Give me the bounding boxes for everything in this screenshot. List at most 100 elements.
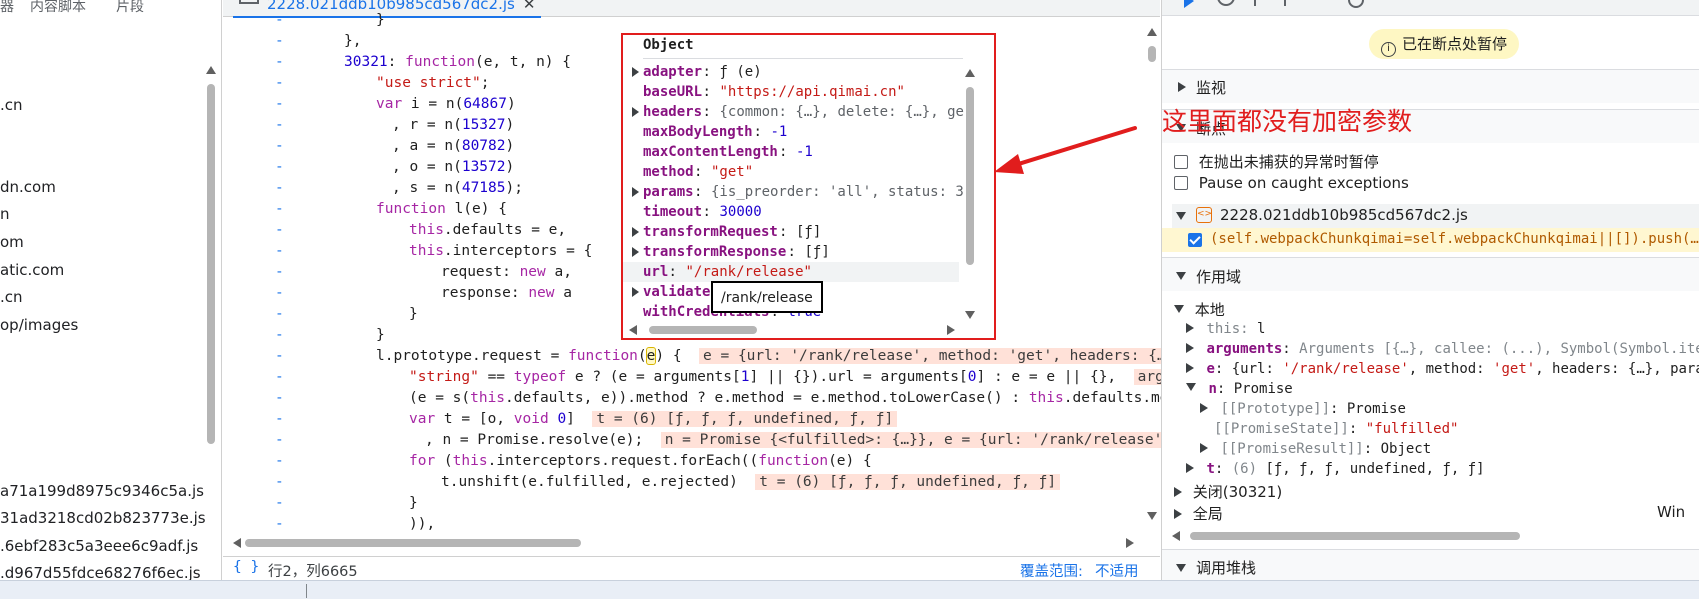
pause-caught-checkbox[interactable]	[1174, 176, 1188, 190]
tab-snippets[interactable]: 片段	[116, 0, 144, 16]
callstack-section-header[interactable]: 调用堆栈	[1162, 549, 1699, 583]
gutter-mark: -	[275, 222, 284, 238]
gutter-mark: -	[275, 453, 284, 469]
file-item[interactable]: om	[0, 233, 24, 251]
scroll-thumb[interactable]	[1190, 532, 1520, 540]
scope-global-row[interactable]: 全局 Win	[1174, 503, 1694, 524]
scroll-left-icon[interactable]	[233, 538, 241, 548]
gutter-mark: -	[275, 516, 284, 532]
scope-value: "fulfilled"	[1365, 421, 1459, 437]
pause-uncaught-row[interactable]: 在抛出未捕获的异常时暂停	[1174, 151, 1379, 172]
scroll-up-icon[interactable]	[206, 66, 216, 74]
file-item[interactable]: a71a199d8975c9346c5a.js	[0, 482, 204, 500]
chevron-right-icon[interactable]	[632, 67, 639, 77]
popover-prop-transformResponse[interactable]: transformResponse: [ƒ]	[623, 242, 959, 262]
pause-uncaught-checkbox[interactable]	[1174, 155, 1188, 169]
popover-prop-params[interactable]: params: {is_preorder: 'all', status: 3	[623, 182, 964, 202]
scroll-up-icon[interactable]	[1147, 28, 1157, 36]
file-item[interactable]: n	[0, 205, 10, 223]
scroll-thumb[interactable]	[649, 326, 757, 334]
scroll-thumb[interactable]	[1148, 46, 1156, 62]
close-icon[interactable]: ✕	[523, 0, 536, 13]
scroll-down-icon[interactable]	[1147, 512, 1157, 520]
editor-horizontal-scrollbar[interactable]	[233, 536, 1138, 550]
resume-icon[interactable]	[1184, 0, 1198, 8]
scope-var-this[interactable]: this: l	[1186, 321, 1265, 337]
popover-prop-key: transformResponse	[643, 244, 787, 260]
scroll-thumb[interactable]	[245, 539, 581, 547]
scope-var-arguments[interactable]: arguments: Arguments [{…}, callee: (...)…	[1186, 341, 1699, 357]
popover-prop-transformRequest[interactable]: transformRequest: [ƒ]	[623, 222, 959, 242]
step-into-icon[interactable]	[1254, 0, 1256, 6]
step-out-icon[interactable]	[1284, 0, 1286, 6]
scroll-left-icon[interactable]	[1172, 531, 1180, 541]
file-item[interactable]: .cn	[0, 288, 23, 306]
scope-value: (6)	[1231, 461, 1266, 477]
scope-value: l	[1257, 321, 1266, 337]
scroll-right-icon[interactable]	[947, 325, 955, 335]
value-tooltip: /rank/release	[711, 281, 823, 313]
scope-title: 作用域	[1196, 268, 1242, 286]
panel-toggle-icon[interactable]	[239, 0, 259, 4]
editor-tab-label: 2228.021ddb10b985cd567dc2.js	[267, 0, 515, 13]
scroll-thumb[interactable]	[966, 87, 974, 265]
popover-prop-key: adapter	[643, 64, 703, 80]
breakpoint-checkbox[interactable]	[1188, 233, 1202, 247]
gutter-mark: -	[275, 54, 284, 70]
scope-key: n	[1208, 381, 1217, 397]
navigator-scrollbar[interactable]	[204, 62, 218, 552]
scope-var-promise-result[interactable]: [[PromiseResult]]: Object	[1200, 441, 1431, 457]
coverage-value[interactable]: 不适用	[1095, 560, 1139, 581]
popover-prop-adapter[interactable]: adapter: ƒ (e)	[623, 62, 959, 82]
scope-closure-row[interactable]: 关闭(30321)	[1174, 481, 1282, 502]
scope-horizontal-scrollbar[interactable]	[1172, 529, 1692, 543]
step-over-icon[interactable]	[1217, 0, 1235, 6]
editor-vertical-scrollbar[interactable]	[1145, 24, 1159, 524]
scroll-right-icon[interactable]	[1126, 538, 1134, 548]
file-item[interactable]: 31ad3218cd02b823773e.js	[0, 509, 206, 527]
tab-content-scripts[interactable]: 内容脚本	[30, 0, 86, 16]
scope-value: [ƒ, ƒ, ƒ, undefined, ƒ, ƒ]	[1265, 461, 1485, 477]
gutter-mark: -	[275, 264, 284, 280]
pause-caught-row[interactable]: Pause on caught exceptions	[1174, 174, 1409, 192]
file-item[interactable]: .cn	[0, 96, 23, 114]
chevron-right-icon[interactable]	[632, 107, 639, 117]
chevron-right-icon[interactable]	[632, 187, 639, 197]
tab-page[interactable]: 器	[0, 0, 14, 16]
deactivate-breakpoints-icon[interactable]	[1348, 0, 1364, 8]
scroll-left-icon[interactable]	[629, 325, 637, 335]
file-item[interactable]: .6ebf283c5a3eee6c9adf.js	[0, 537, 198, 555]
scroll-down-icon[interactable]	[965, 311, 975, 319]
file-item[interactable]: dn.com	[0, 178, 56, 196]
scope-key: [[Prototype]]	[1220, 401, 1331, 417]
file-item[interactable]: op/images	[0, 316, 78, 334]
popover-prop-headers[interactable]: headers: {common: {…}, delete: {…}, ge	[623, 102, 964, 122]
popover-vertical-scrollbar[interactable]	[963, 65, 977, 320]
popover-prop-key: transformRequest	[643, 224, 778, 240]
scope-var-t[interactable]: t: (6) [ƒ, ƒ, ƒ, undefined, ƒ, ƒ]	[1186, 461, 1485, 477]
chevron-right-icon[interactable]	[632, 287, 639, 297]
chevron-right-icon[interactable]	[632, 227, 639, 237]
watch-section-header[interactable]: 监视	[1162, 69, 1699, 103]
popover-prop-key: maxContentLength	[643, 144, 778, 160]
chevron-right-icon[interactable]	[632, 247, 639, 257]
navigator-tabs: 器 内容脚本 片段	[0, 0, 222, 16]
scroll-up-icon[interactable]	[965, 69, 975, 77]
scope-var-n[interactable]: n: Promise	[1186, 381, 1293, 397]
chevron-right-icon	[1200, 403, 1208, 413]
breakpoint-file-row[interactable]: <> 2228.021ddb10b985cd567dc2.js	[1172, 204, 1699, 228]
file-item[interactable]: atic.com	[0, 261, 64, 279]
popover-horizontal-scrollbar[interactable]	[629, 323, 969, 337]
pretty-print-button[interactable]: { }	[233, 559, 259, 575]
gutter-mark: -	[275, 432, 284, 448]
breakpoint-entry[interactable]: (self.webpackChunkqimai=self.webpackChun…	[1162, 228, 1699, 252]
js-file-icon: <>	[1196, 207, 1212, 223]
gutter-mark: -	[275, 138, 284, 154]
scope-var-prototype[interactable]: [[Prototype]]: Promise	[1200, 401, 1406, 417]
scope-section-header[interactable]: 作用域	[1162, 257, 1699, 291]
gutter-mark: -	[275, 159, 284, 175]
popover-prop-value: "https://api.qimai.cn"	[719, 84, 905, 100]
scope-var-e[interactable]: e: {url: '/rank/release', method: 'get',…	[1186, 361, 1699, 377]
scroll-thumb[interactable]	[207, 84, 215, 444]
scope-local-row[interactable]: 本地	[1174, 299, 1225, 320]
